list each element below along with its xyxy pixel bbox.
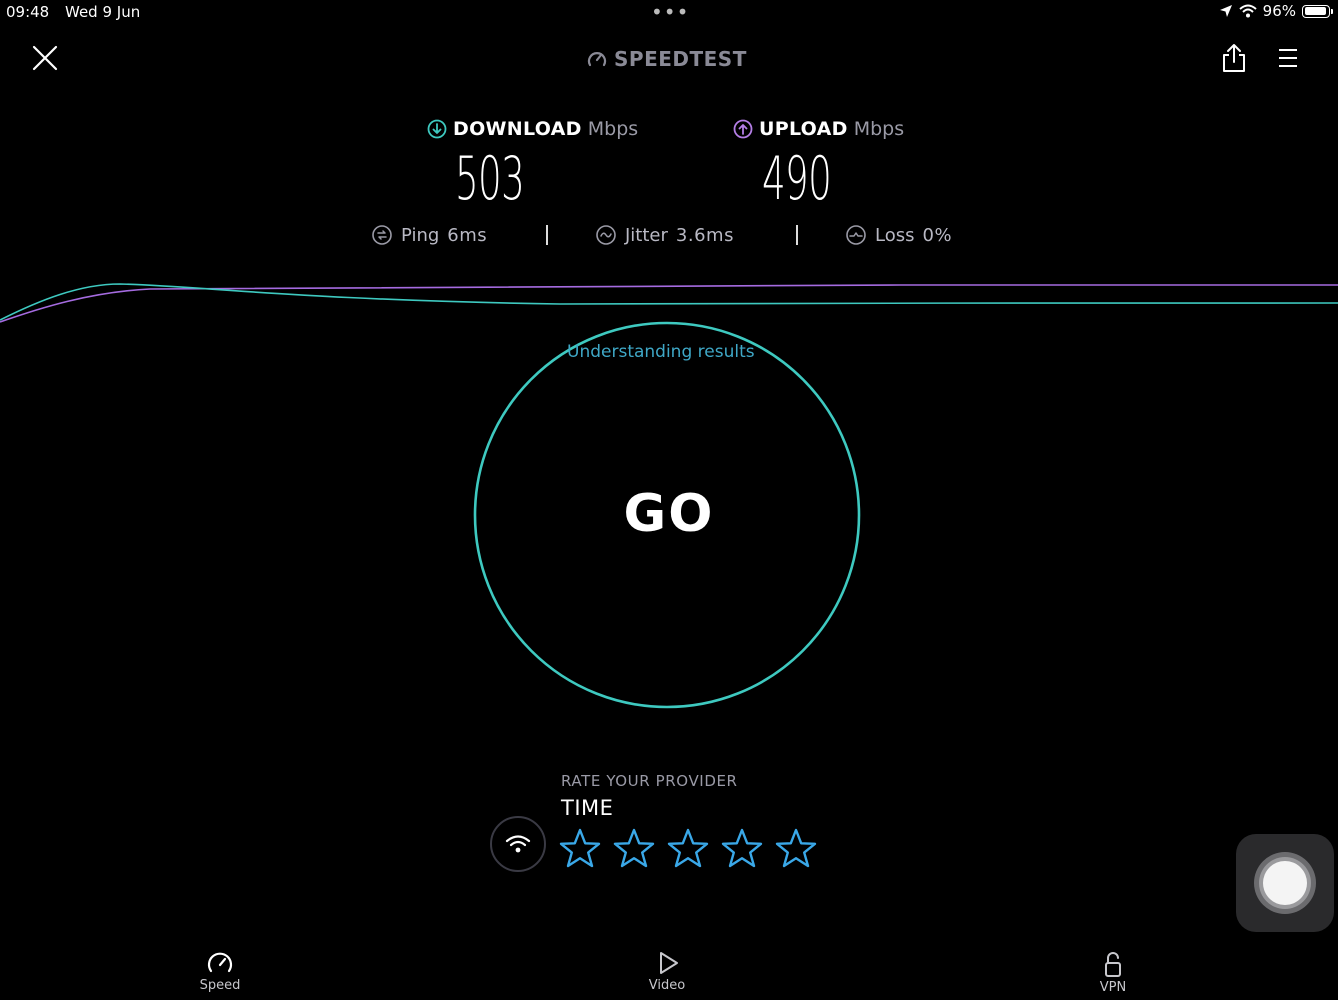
download-value: 503 bbox=[455, 144, 525, 214]
speedometer-icon bbox=[587, 52, 607, 67]
understanding-results-link[interactable]: Understanding results bbox=[567, 342, 755, 362]
status-date: Wed 9 Jun bbox=[65, 3, 141, 21]
download-label: DOWNLOAD bbox=[453, 118, 582, 140]
wifi-icon bbox=[505, 835, 531, 853]
download-arrow-icon bbox=[427, 119, 447, 139]
star-3-icon[interactable] bbox=[667, 828, 709, 870]
download-unit: Mbps bbox=[587, 118, 639, 140]
upload-unit: Mbps bbox=[853, 118, 905, 140]
status-time: 09:48 bbox=[6, 3, 50, 21]
jitter-unit: ms bbox=[706, 224, 734, 246]
go-button[interactable] bbox=[472, 320, 862, 710]
menu-icon[interactable] bbox=[1276, 46, 1300, 70]
star-4-icon[interactable] bbox=[721, 828, 763, 870]
ping-unit: ms bbox=[459, 224, 488, 246]
loss-value: 0 bbox=[922, 224, 935, 246]
divider bbox=[546, 225, 548, 245]
upload-header: UPLOAD Mbps bbox=[733, 118, 904, 140]
divider bbox=[796, 225, 798, 245]
upload-arrow-icon bbox=[733, 119, 753, 139]
loss-label: Loss bbox=[875, 224, 915, 246]
jitter-label: Jitter bbox=[625, 224, 668, 246]
upload-value: 490 bbox=[762, 144, 832, 214]
unlock-icon bbox=[1105, 952, 1121, 977]
battery-icon bbox=[1302, 4, 1333, 18]
speedtest-logo: SPEEDTEST bbox=[586, 47, 747, 71]
jitter-icon bbox=[596, 225, 616, 245]
battery-percent: 96% bbox=[1262, 2, 1296, 20]
jitter-value: 3.6 bbox=[675, 224, 707, 246]
ping-icon bbox=[372, 225, 392, 245]
assistive-touch-button[interactable] bbox=[1236, 834, 1334, 932]
tab-speed-label: Speed bbox=[199, 978, 241, 993]
download-header: DOWNLOAD Mbps bbox=[427, 118, 638, 140]
star-1-icon[interactable] bbox=[559, 828, 601, 870]
tab-vpn-label: VPN bbox=[1099, 980, 1127, 995]
provider-wifi-badge bbox=[490, 816, 546, 872]
close-icon[interactable] bbox=[30, 43, 60, 73]
ping-label: Ping bbox=[401, 224, 440, 246]
star-5-icon[interactable] bbox=[775, 828, 817, 870]
location-icon bbox=[1219, 5, 1232, 17]
upload-label: UPLOAD bbox=[759, 118, 848, 140]
status-indicators: 96% bbox=[1219, 2, 1333, 20]
multitasking-dots-icon[interactable]: ••• bbox=[651, 0, 689, 24]
rate-provider-title: RATE YOUR PROVIDER bbox=[561, 772, 738, 790]
loss-unit: % bbox=[934, 224, 953, 246]
provider-name: TIME bbox=[561, 796, 614, 820]
rating-stars bbox=[559, 828, 817, 870]
ping-stat: Ping 6ms bbox=[371, 224, 487, 246]
tab-video[interactable]: Video bbox=[627, 950, 707, 993]
loss-icon bbox=[846, 225, 866, 245]
ping-value: 6 bbox=[447, 224, 460, 246]
share-icon[interactable] bbox=[1220, 42, 1248, 74]
wifi-icon bbox=[1238, 4, 1257, 18]
tab-speed[interactable]: Speed bbox=[180, 950, 260, 993]
star-2-icon[interactable] bbox=[613, 828, 655, 870]
brand-name: SPEEDTEST bbox=[614, 47, 747, 71]
loss-stat: Loss 0% bbox=[845, 224, 952, 246]
play-icon bbox=[660, 952, 678, 974]
jitter-stat: Jitter 3.6ms bbox=[595, 224, 734, 246]
tab-video-label: Video bbox=[648, 978, 686, 993]
tab-vpn[interactable]: VPN bbox=[1073, 950, 1153, 995]
speedometer-icon bbox=[207, 952, 233, 973]
